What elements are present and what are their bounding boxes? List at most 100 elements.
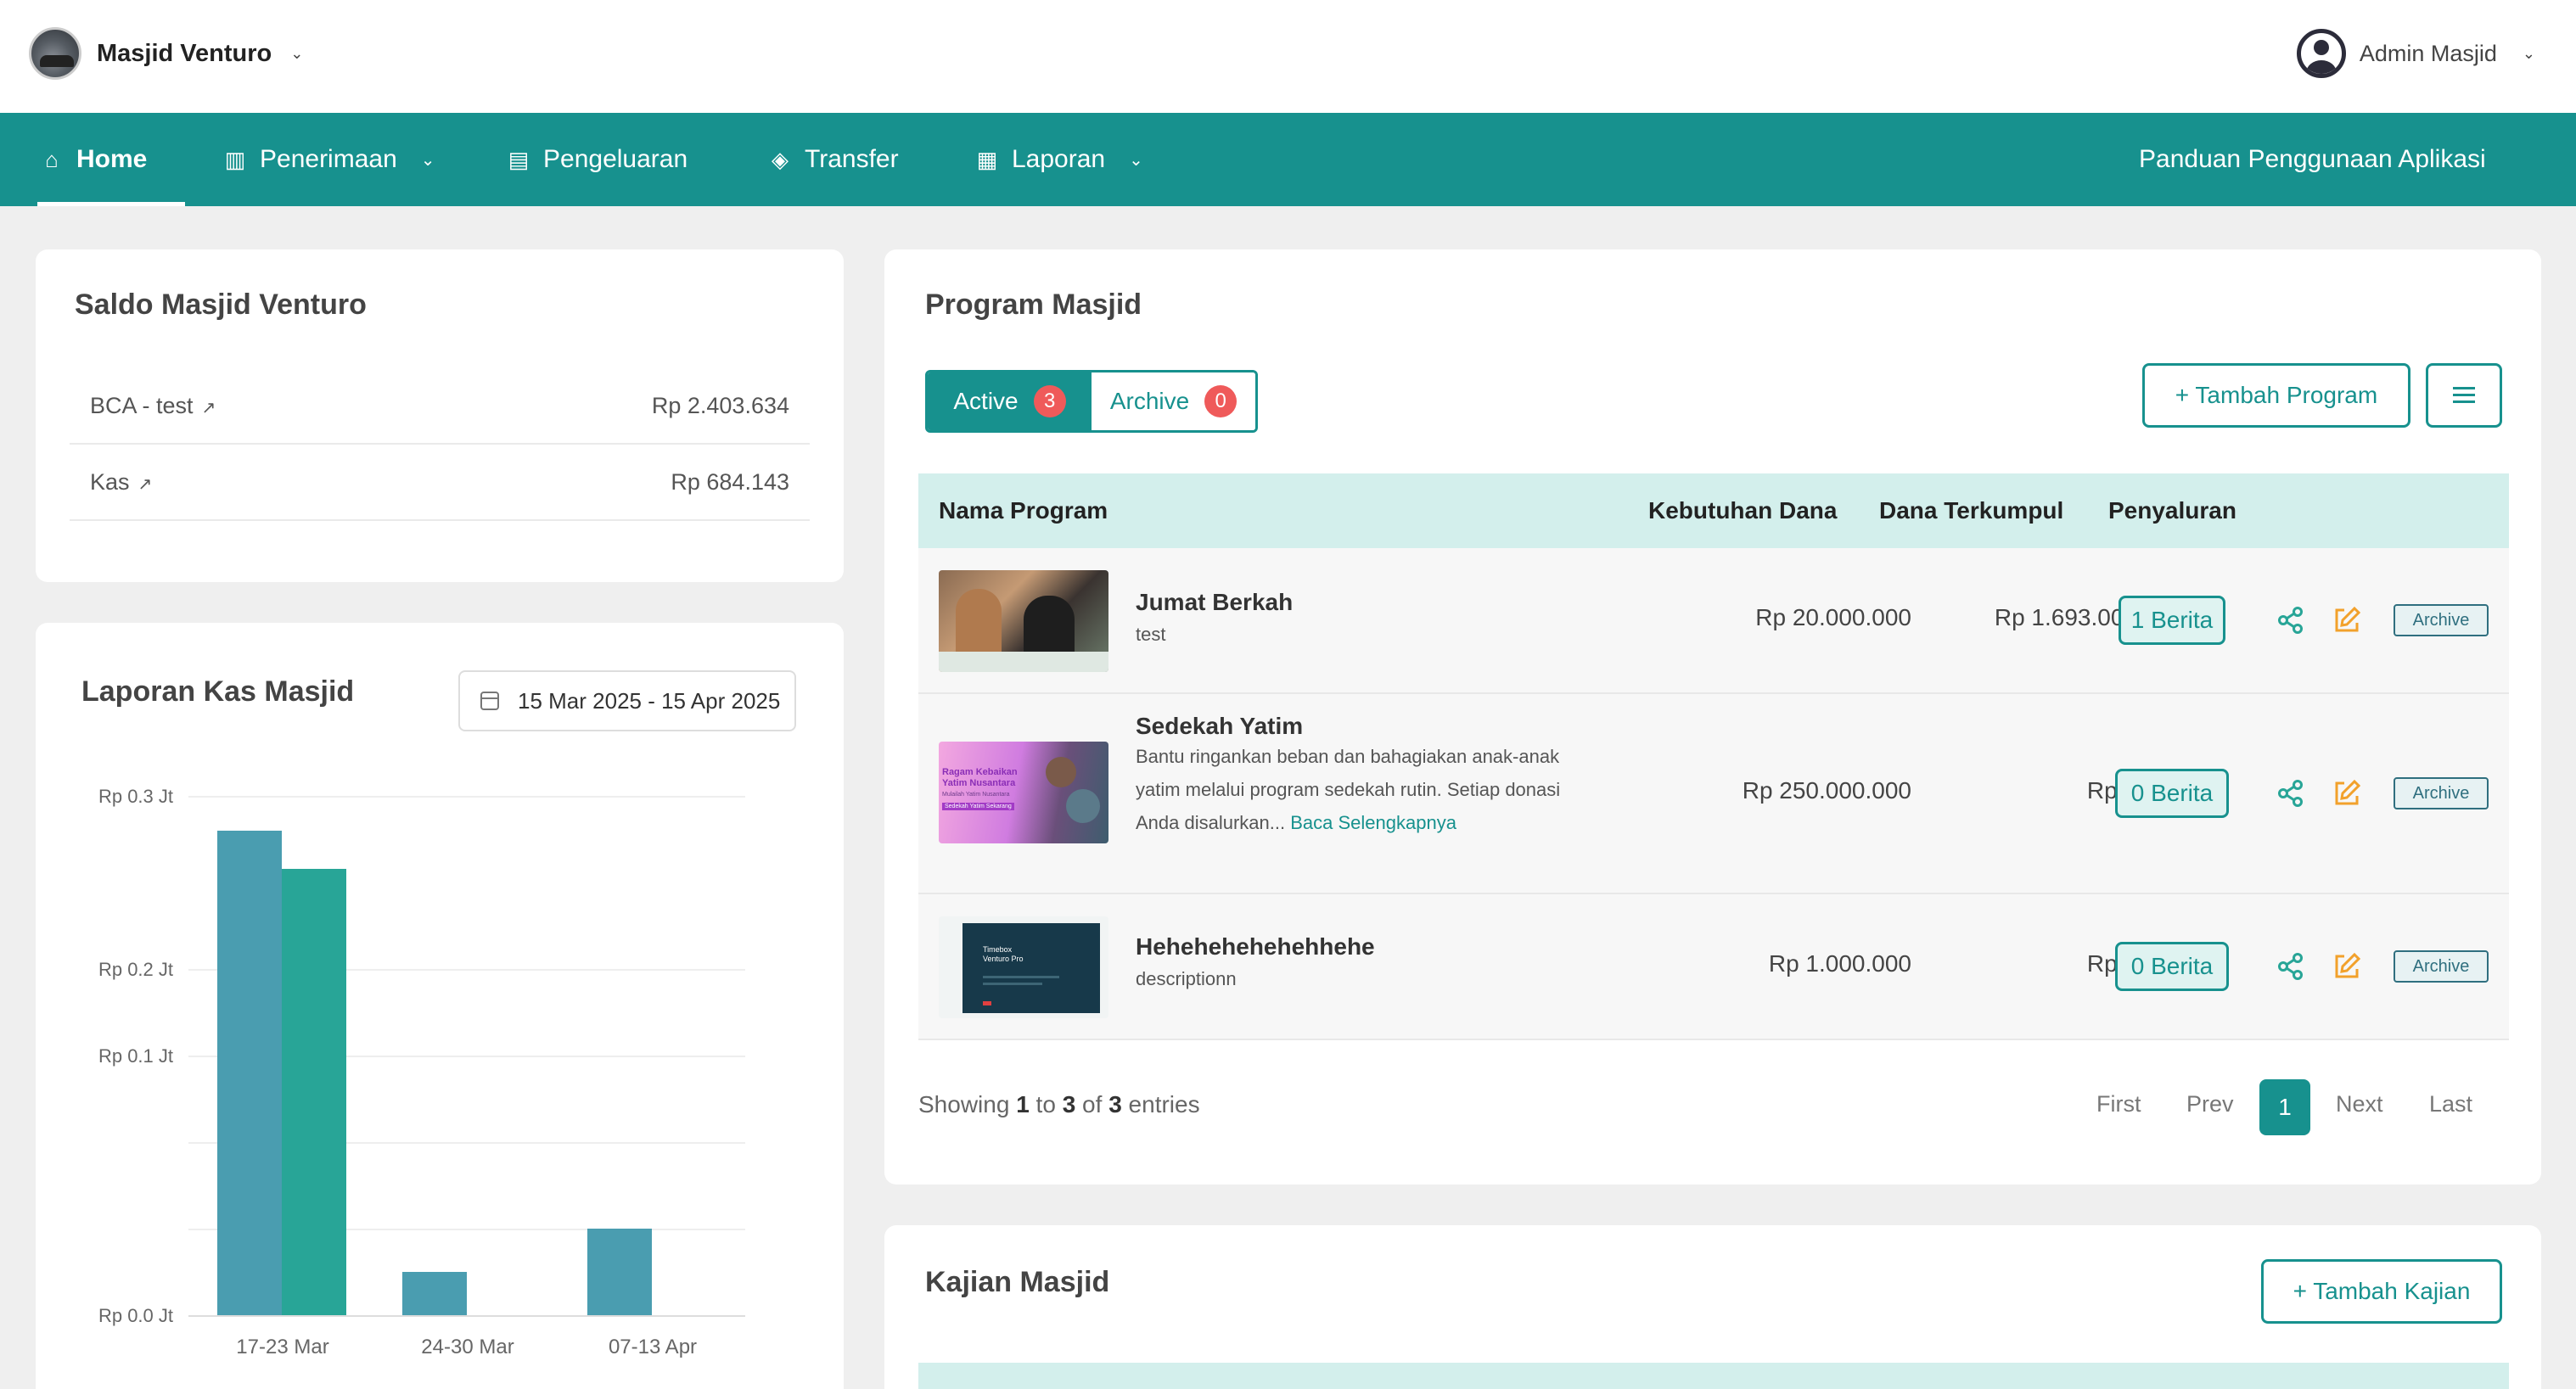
- x-tick-label: 07-13 Apr: [608, 1336, 698, 1358]
- collected-amount: Rp 0: [2086, 777, 2137, 804]
- nav-label: Laporan: [1012, 145, 1106, 173]
- chart-bar: [402, 1272, 467, 1315]
- need-amount: Rp 1.000.000: [1768, 950, 1911, 977]
- nav-transfer[interactable]: ◈ Transfer: [767, 113, 899, 206]
- program-description: descriptionn: [1136, 968, 1237, 989]
- kajian-table-header: [918, 1363, 2509, 1389]
- news-button[interactable]: 1 Berita: [2119, 596, 2225, 645]
- external-link-icon: ↗: [201, 398, 216, 417]
- date-range-picker[interactable]: 15 Mar 2025 - 15 Apr 2025: [458, 670, 796, 731]
- nav-label: Home: [76, 145, 148, 173]
- nav-home[interactable]: ⌂ Home: [39, 113, 147, 206]
- add-program-button[interactable]: + Tambah Program: [2142, 363, 2410, 428]
- program-table-header: Nama Program Kebutuhan Dana Dana Terkump…: [918, 473, 2509, 548]
- pager-first[interactable]: First: [2096, 1091, 2141, 1117]
- entries-text: Showing: [918, 1091, 1010, 1117]
- chart-box-icon: ▤: [508, 146, 530, 172]
- count-badge: 0: [1204, 385, 1237, 417]
- nav-guide-link[interactable]: Panduan Penggunaan Aplikasi: [2139, 113, 2486, 206]
- share-icon[interactable]: [2276, 952, 2305, 981]
- saldo-row: BCA - test ↗ Rp 2.403.634: [70, 368, 810, 445]
- account-link[interactable]: BCA - test ↗: [90, 393, 216, 419]
- entries-from: 1: [1016, 1091, 1030, 1117]
- document-icon: ▦: [976, 146, 998, 172]
- menu-button[interactable]: [2426, 363, 2502, 428]
- program-name: Sedekah Yatim: [1136, 713, 1304, 739]
- share-icon[interactable]: [2276, 606, 2305, 635]
- saldo-title: Saldo Masjid Venturo: [75, 288, 367, 321]
- thumbnail-text: Mulailah Yatim Nusantara: [942, 792, 1010, 798]
- nav-label: Pengeluaran: [543, 145, 688, 173]
- chart-bar: [217, 830, 282, 1315]
- user-menu[interactable]: Admin Masjid ⌄: [2296, 25, 2535, 81]
- tag-icon: ◈: [772, 146, 789, 172]
- account-amount: Rp 684.143: [671, 468, 789, 495]
- account-link[interactable]: Kas ↗: [90, 469, 152, 496]
- user-avatar-icon: [2296, 29, 2346, 78]
- edit-icon[interactable]: [2332, 606, 2361, 635]
- news-button[interactable]: 0 Berita: [2115, 942, 2229, 991]
- news-button[interactable]: 0 Berita: [2115, 769, 2229, 818]
- column-header: Dana Terkumpul: [1879, 497, 2064, 524]
- edit-icon[interactable]: [2332, 779, 2361, 808]
- main-nav: ⌂ Home ▥ Penerimaan ⌄ ▤ Pengeluaran ◈ Tr…: [0, 113, 2576, 206]
- nav-pengeluaran[interactable]: ▤ Pengeluaran: [506, 113, 687, 206]
- chevron-down-icon: ⌄: [2522, 44, 2535, 62]
- account-name: BCA - test: [90, 392, 194, 418]
- gridline: [188, 796, 745, 798]
- table-row: Timebox Venturo Pro Hehehehehehehhehe de…: [918, 894, 2509, 1040]
- tab-active[interactable]: Active 3: [928, 372, 1092, 430]
- y-tick-label: Rp 0.1 Jt: [98, 1045, 173, 1067]
- program-name: Hehehehehehehhehe: [1136, 933, 1375, 960]
- program-thumbnail: [939, 570, 1108, 672]
- column-header: Nama Program: [939, 497, 1108, 524]
- add-kajian-button[interactable]: + Tambah Kajian: [2261, 1259, 2502, 1324]
- archive-button[interactable]: Archive: [2394, 777, 2489, 809]
- kajian-title: Kajian Masjid: [925, 1266, 1110, 1298]
- archive-button[interactable]: Archive: [2394, 950, 2489, 983]
- program-tabs: Active 3 Archive 0: [925, 370, 1258, 433]
- top-bar: Masjid Venturo ⌄ Admin Masjid ⌄: [0, 0, 2576, 113]
- laporan-title: Laporan Kas Masjid: [81, 675, 355, 708]
- need-amount: Rp 20.000.000: [1755, 604, 1911, 630]
- pager-last[interactable]: Last: [2429, 1091, 2472, 1117]
- tab-label: Active: [953, 388, 1019, 414]
- collected-amount: Rp 0: [2086, 950, 2137, 977]
- external-link-icon: ↗: [137, 474, 153, 494]
- add-program-label: + Tambah Program: [2175, 382, 2378, 408]
- mosque-logo: [29, 27, 81, 80]
- nav-active-indicator: [37, 202, 185, 206]
- nav-label: Penerimaan: [260, 145, 397, 173]
- program-name: Jumat Berkah: [1136, 589, 1294, 615]
- x-tick-label: 17-23 Mar: [236, 1336, 329, 1358]
- tab-label: Archive: [1109, 388, 1190, 414]
- pager-current-page[interactable]: 1: [2259, 1079, 2310, 1135]
- entries-total: 3: [1108, 1091, 1122, 1117]
- archive-button[interactable]: Archive: [2394, 604, 2489, 636]
- nav-guide-label: Panduan Penggunaan Aplikasi: [2139, 145, 2486, 173]
- entries-to: 3: [1062, 1091, 1076, 1117]
- nav-laporan[interactable]: ▦ Laporan ⌄: [974, 113, 1143, 206]
- pager-next[interactable]: Next: [2336, 1091, 2383, 1117]
- y-tick-label: Rp 0.3 Jt: [98, 786, 173, 807]
- saldo-row: Kas ↗ Rp 684.143: [70, 445, 810, 521]
- program-title: Program Masjid: [925, 288, 1142, 321]
- edit-icon[interactable]: [2332, 952, 2361, 981]
- entries-info: Showing 1 to 3 of 3 entries: [918, 1091, 1200, 1118]
- tab-archive[interactable]: Archive 0: [1092, 372, 1255, 430]
- read-more-link[interactable]: Baca Selengkapnya: [1290, 812, 1456, 833]
- nav-penerimaan[interactable]: ▥ Penerimaan ⌄: [222, 113, 435, 206]
- program-thumbnail: Ragam Kebaikan Yatim Nusantara Mulailah …: [939, 742, 1108, 843]
- y-tick-label: Rp 0.2 Jt: [98, 959, 173, 980]
- pager-prev[interactable]: Prev: [2186, 1091, 2234, 1117]
- account-amount: Rp 2.403.634: [651, 392, 789, 418]
- column-header: Penyaluran: [2108, 497, 2236, 524]
- thumbnail-text: Timebox: [983, 945, 1013, 954]
- mosque-switcher[interactable]: Masjid Venturo ⌄: [29, 25, 303, 81]
- date-range-value: 15 Mar 2025 - 15 Apr 2025: [518, 687, 781, 714]
- entries-text: entries: [1128, 1091, 1200, 1117]
- need-amount: Rp 250.000.000: [1742, 777, 1911, 804]
- share-icon[interactable]: [2276, 779, 2305, 808]
- mosque-name: Masjid Venturo: [97, 39, 272, 67]
- user-name: Admin Masjid: [2359, 40, 2497, 66]
